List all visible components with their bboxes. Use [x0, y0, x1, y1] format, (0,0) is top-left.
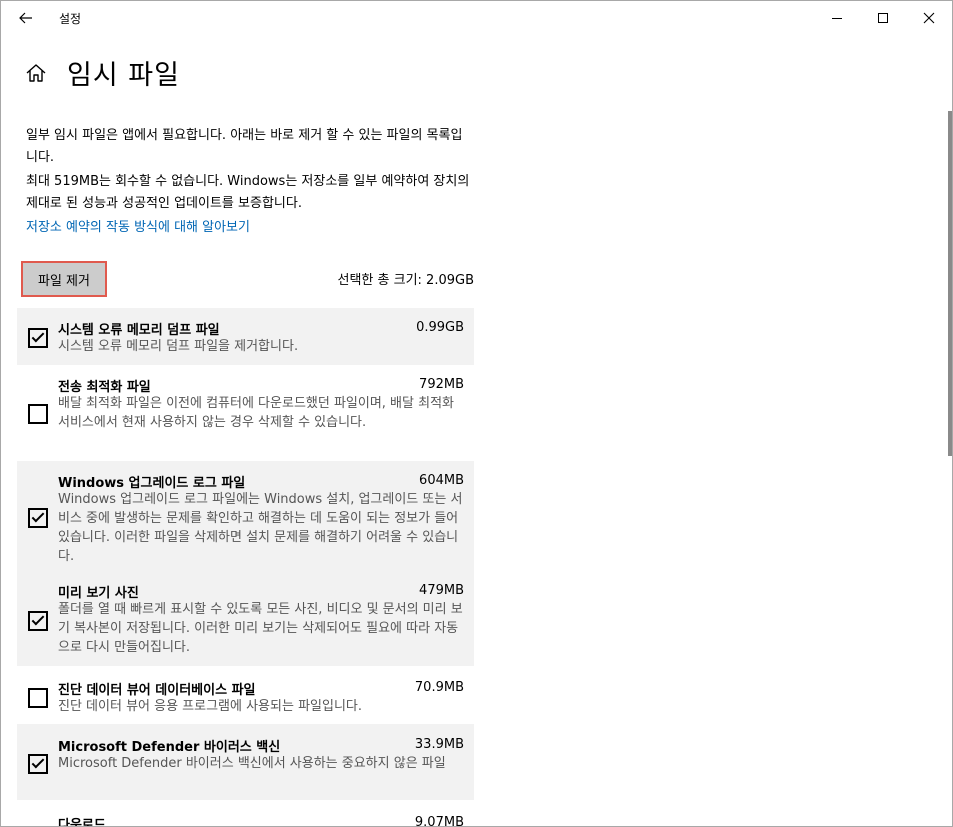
checkbox[interactable] — [28, 404, 48, 424]
scrollbar[interactable] — [948, 111, 952, 456]
home-icon[interactable] — [25, 62, 47, 84]
page-title: 임시 파일 — [67, 60, 180, 91]
file-name: 전송 최적화 파일 — [58, 380, 151, 395]
file-name: 시스템 오류 메모리 덤프 파일 — [58, 323, 220, 338]
window-controls — [814, 1, 952, 35]
list-item[interactable]: 전송 최적화 파일 792MB 배달 최적화 파일은 이전에 컴퓨터에 다운로드… — [17, 365, 474, 461]
maximize-icon — [878, 13, 888, 23]
checkmark-icon — [31, 755, 45, 769]
app-title: 설정 — [59, 11, 82, 26]
file-size: 479MB — [419, 583, 464, 598]
settings-window: 설정 임시 파일 일부 임시 파일은 앱에서 필요합니다. 아래는 바로 제거 … — [0, 0, 953, 827]
checkbox[interactable] — [28, 754, 48, 774]
description-text-2: 최대 519MB는 회수할 수 없습니다. Windows는 저장소를 일부 예… — [26, 174, 470, 211]
minimize-button[interactable] — [814, 1, 860, 35]
action-row: 파일 제거 선택한 총 크기: 2.09GB — [19, 259, 474, 299]
close-icon — [923, 12, 935, 24]
checkbox[interactable] — [28, 328, 48, 348]
list-item[interactable]: Microsoft Defender 바이러스 백신 33.9MB Micros… — [17, 724, 474, 800]
checkmark-icon — [31, 509, 45, 523]
list-item[interactable]: 시스템 오류 메모리 덤프 파일 0.99GB 시스템 오류 메모리 덤프 파일… — [17, 308, 474, 365]
file-list: 시스템 오류 메모리 덤프 파일 0.99GB 시스템 오류 메모리 덤프 파일… — [17, 308, 474, 827]
file-size: 70.9MB — [414, 680, 464, 695]
description-text-1: 일부 임시 파일은 앱에서 필요합니다. 아래는 바로 제거 할 수 있는 파일… — [26, 128, 463, 165]
file-size: 604MB — [419, 473, 464, 488]
file-name: 진단 데이터 뷰어 데이터베이스 파일 — [58, 683, 256, 698]
list-item[interactable]: 미리 보기 사진 479MB 폴더를 열 때 빠르게 표시할 수 있도록 모든 … — [17, 572, 474, 666]
learn-more-link[interactable]: 저장소 예약의 작동 방식에 대해 알아보기 — [26, 217, 474, 239]
total-selected-size: 선택한 총 크기: 2.09GB — [337, 273, 474, 288]
back-arrow-icon — [19, 12, 32, 24]
back-button[interactable] — [1, 1, 51, 35]
file-description: 폴더를 열 때 빠르게 표시할 수 있도록 모든 사진, 비디오 및 문서의 미… — [58, 602, 463, 655]
checkbox[interactable] — [28, 611, 48, 631]
title-bar: 설정 — [1, 1, 952, 35]
list-item[interactable]: 다운로드 9.07MB — [17, 800, 474, 827]
file-description: Microsoft Defender 바이러스 백신에서 사용하는 중요하지 않… — [58, 756, 446, 771]
file-name: Windows 업그레이드 로그 파일 — [58, 476, 246, 491]
checkbox[interactable] — [28, 688, 48, 708]
file-description: Windows 업그레이드 로그 파일에는 Windows 설치, 업그레이드 … — [58, 492, 463, 564]
minimize-icon — [832, 17, 842, 19]
list-item[interactable]: 진단 데이터 뷰어 데이터베이스 파일 70.9MB 진단 데이터 뷰어 응용 … — [17, 666, 474, 724]
page-header: 임시 파일 — [25, 53, 180, 92]
checkmark-icon — [31, 329, 45, 343]
checkmark-icon — [31, 612, 45, 626]
file-size: 33.9MB — [414, 737, 464, 752]
file-name: 다운로드 — [58, 818, 106, 827]
description-section: 일부 임시 파일은 앱에서 필요합니다. 아래는 바로 제거 할 수 있는 파일… — [26, 125, 474, 239]
file-description: 배달 최적화 파일은 이전에 컴퓨터에 다운로드했던 파일이며, 배달 최적화 … — [58, 396, 454, 430]
file-size: 0.99GB — [416, 320, 464, 335]
maximize-button[interactable] — [860, 1, 906, 35]
file-size: 9.07MB — [414, 815, 464, 827]
list-item[interactable]: Windows 업그레이드 로그 파일 604MB Windows 업그레이드 … — [17, 461, 474, 572]
checkbox[interactable] — [28, 508, 48, 528]
file-name: Microsoft Defender 바이러스 백신 — [58, 740, 281, 755]
file-description: 진단 데이터 뷰어 응용 프로그램에 사용되는 파일입니다. — [58, 699, 363, 714]
remove-files-button[interactable]: 파일 제거 — [21, 261, 107, 297]
file-description: 시스템 오류 메모리 덤프 파일을 제거합니다. — [58, 339, 299, 354]
file-size: 792MB — [419, 377, 464, 392]
file-name: 미리 보기 사진 — [58, 586, 139, 601]
close-button[interactable] — [906, 1, 952, 35]
